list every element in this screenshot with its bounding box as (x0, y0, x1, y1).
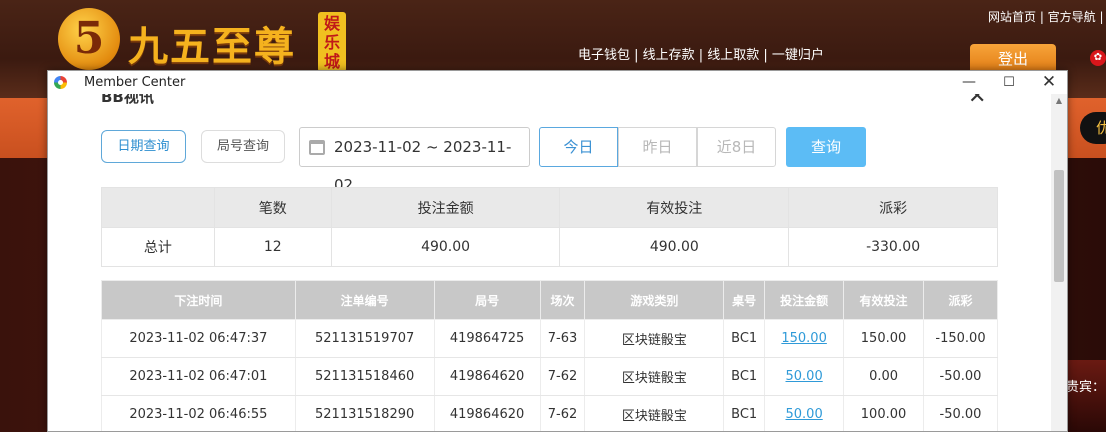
summary-header: 有效投注 (559, 187, 790, 228)
search-button[interactable]: 查询 (786, 127, 866, 167)
round-number: 419864725 (433, 319, 541, 358)
window-title: Member Center (84, 75, 186, 90)
bet-detail-table: 下注时间 注单编号 局号 场次 游戏类别 桌号 投注金额 有效投注 派彩 202… (101, 280, 998, 431)
section-title: BB视讯 (101, 94, 154, 106)
payout: -50.00 (923, 395, 998, 431)
summary-count: 12 (213, 227, 332, 267)
bet-amount[interactable]: 50.00 (786, 369, 823, 384)
wallet-nav[interactable]: 电子钱包 | 线上存款 | 线上取款 | 一键归户 (578, 44, 824, 63)
yesterday-button[interactable]: 昨日 (618, 127, 697, 167)
bet-amount-link[interactable]: 50.00 (764, 357, 845, 396)
maximize-button[interactable]: ☐ (989, 71, 1029, 94)
summary-payout: -330.00 (788, 227, 998, 267)
summary-header-row: 笔数 投注金额 有效投注 派彩 (101, 187, 998, 228)
close-icon[interactable]: ✕ (968, 94, 986, 109)
column-header: 游戏类别 (584, 280, 725, 320)
bet-amount-link[interactable]: 150.00 (764, 319, 845, 358)
vertical-scrollbar[interactable]: ▲ (1051, 94, 1067, 431)
round-number: 419864620 (433, 357, 541, 396)
summary-valid: 490.00 (559, 227, 790, 267)
session: 7-62 (539, 357, 586, 396)
bet-amount[interactable]: 50.00 (786, 407, 823, 422)
session: 7-63 (539, 319, 586, 358)
side-vip-label: 贵宾： (1064, 360, 1106, 432)
game-type: 区块链骰宝 (584, 357, 725, 396)
column-header: 桌号 (723, 280, 766, 320)
window-content: BB视讯 ✕ 日期查询 局号查询 2023-11-02 ~ 2023-11-02… (48, 94, 1051, 431)
order-number: 521131518290 (294, 395, 435, 431)
date-range-input[interactable]: 2023-11-02 ~ 2023-11-02 (299, 127, 530, 194)
session: 7-62 (539, 395, 586, 431)
column-header: 派彩 (923, 280, 998, 320)
table-row: 2023-11-02 06:47:37 521131519707 4198647… (101, 319, 998, 358)
game-type: 区块链骰宝 (584, 395, 725, 431)
table-number: BC1 (723, 319, 766, 358)
column-header: 有效投注 (843, 280, 924, 320)
last-8-days-button[interactable]: 近8日 (697, 127, 776, 167)
column-header: 下注时间 (101, 280, 296, 320)
summary-header: 派彩 (788, 187, 998, 228)
minimize-button[interactable]: — (949, 71, 989, 94)
column-header: 投注金额 (764, 280, 845, 320)
logo-name: 九五至尊 (128, 23, 296, 70)
summary-label: 总计 (101, 227, 215, 267)
bet-amount-link[interactable]: 50.00 (764, 395, 845, 431)
tab-round-query[interactable]: 局号查询 (201, 130, 285, 163)
bet-time: 2023-11-02 06:46:55 (101, 395, 296, 431)
app-icon (54, 76, 67, 89)
column-header: 局号 (433, 280, 541, 320)
bet-amount[interactable]: 150.00 (781, 331, 827, 346)
window-titlebar[interactable]: Member Center — ☐ ✕ (48, 71, 1067, 94)
today-button[interactable]: 今日 (539, 127, 618, 167)
payout: -150.00 (923, 319, 998, 358)
window-close-button[interactable]: ✕ (1029, 71, 1067, 94)
flag-icon: ✿ (1090, 50, 1106, 66)
bet-time: 2023-11-02 06:47:01 (101, 357, 296, 396)
calendar-icon (309, 140, 325, 155)
logo-tag: 娱乐城 (318, 12, 346, 72)
table-number: BC1 (723, 357, 766, 396)
payout: -50.00 (923, 357, 998, 396)
detail-header-row: 下注时间 注单编号 局号 场次 游戏类别 桌号 投注金额 有效投注 派彩 (101, 280, 998, 320)
valid-bet: 0.00 (843, 357, 924, 396)
summary-total-row: 总计 12 490.00 490.00 -330.00 (101, 227, 998, 267)
table-number: BC1 (723, 395, 766, 431)
side-promo-button[interactable]: 优 (1080, 112, 1106, 144)
table-row: 2023-11-02 06:46:55 521131518290 4198646… (101, 395, 998, 431)
summary-header: 投注金额 (330, 187, 561, 228)
logo-badge: 5 (58, 8, 120, 70)
valid-bet: 150.00 (843, 319, 924, 358)
column-header: 注单编号 (294, 280, 435, 320)
top-links[interactable]: 网站首页 | 官方导航 | (988, 8, 1104, 25)
order-number: 521131519707 (294, 319, 435, 358)
game-type: 区块链骰宝 (584, 319, 725, 358)
valid-bet: 100.00 (843, 395, 924, 431)
tab-date-query[interactable]: 日期查询 (101, 130, 186, 163)
scroll-up-arrow-icon[interactable]: ▲ (1051, 96, 1067, 108)
summary-table: 笔数 投注金额 有效投注 派彩 总计 12 490.00 490.00 -330… (101, 187, 998, 267)
table-row: 2023-11-02 06:47:01 521131518460 4198646… (101, 357, 998, 396)
summary-header (101, 187, 215, 228)
member-center-window: Member Center — ☐ ✕ BB视讯 ✕ 日期查询 局号查询 202… (47, 70, 1068, 432)
round-number: 419864620 (433, 395, 541, 431)
date-range-value: 2023-11-02 ~ 2023-11-02 (334, 138, 512, 194)
column-header: 场次 (539, 280, 586, 320)
summary-bet: 490.00 (330, 227, 561, 267)
scroll-thumb[interactable] (1054, 170, 1064, 282)
bet-time: 2023-11-02 06:47:37 (101, 319, 296, 358)
order-number: 521131518460 (294, 357, 435, 396)
summary-header: 笔数 (213, 187, 332, 228)
